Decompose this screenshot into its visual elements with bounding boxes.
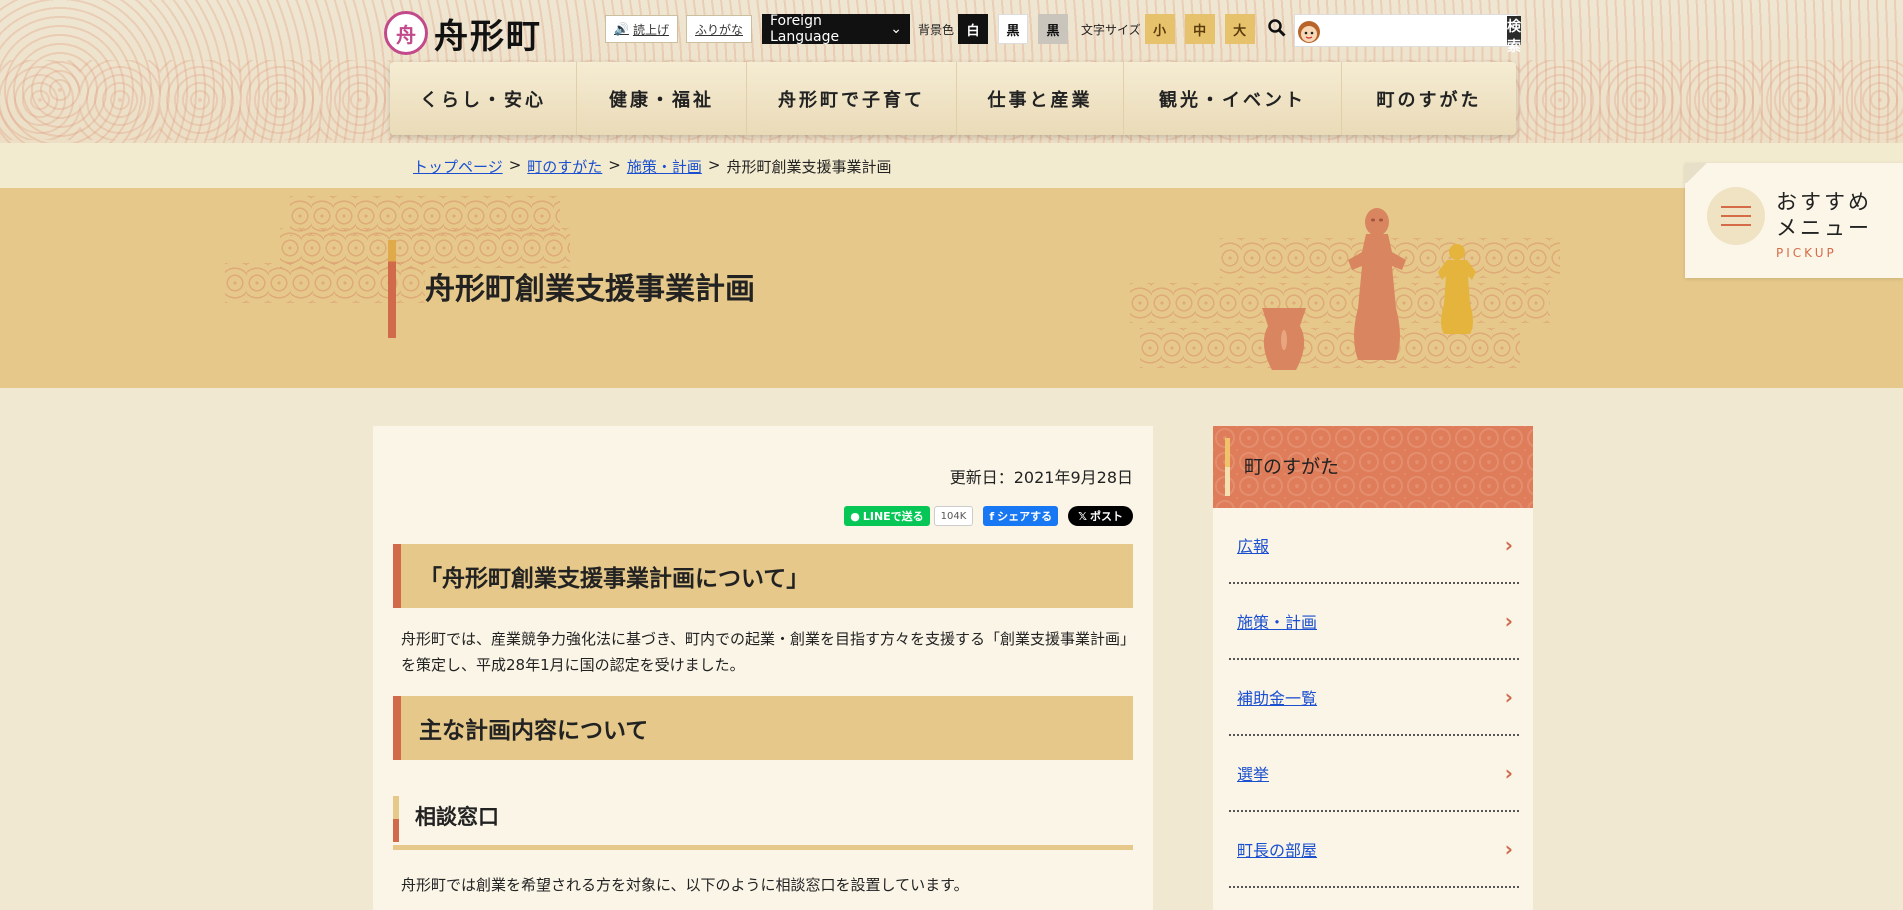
page-title-band: 舟形町創業支援事業計画 bbox=[0, 188, 1903, 388]
line-share-count: 104K bbox=[933, 506, 974, 526]
nav-item-childcare[interactable]: 舟形町で子育て bbox=[747, 62, 957, 135]
site-logo[interactable]: 舟 舟形町 bbox=[384, 9, 542, 57]
subheading-consultation: 相談窓口 bbox=[393, 786, 1133, 850]
hamburger-icon bbox=[1707, 187, 1765, 245]
chevron-right-icon: › bbox=[1504, 837, 1513, 861]
facebook-icon: f bbox=[989, 509, 995, 523]
font-small-button[interactable]: 小 bbox=[1144, 14, 1175, 44]
sidebar-header: 町のすがた bbox=[1213, 426, 1533, 508]
sidebar-item-label[interactable]: 選挙 bbox=[1237, 761, 1269, 785]
wave-pattern bbox=[1130, 283, 1550, 323]
sidebar-item-subsidy[interactable]: 補助金一覧 › bbox=[1229, 660, 1519, 736]
bg-black-button[interactable]: 黒 bbox=[998, 14, 1029, 44]
nav-item-health[interactable]: 健康・福祉 bbox=[577, 62, 747, 135]
font-size-label: 文字サイズ bbox=[1081, 22, 1141, 37]
page-title: 舟形町創業支援事業計画 bbox=[425, 272, 755, 307]
nav-item-town[interactable]: 町のすがた bbox=[1342, 62, 1516, 135]
share-buttons: ● LINEで送る 104K f シェアする 𝕏 ポスト bbox=[844, 506, 1133, 526]
haniwa-figure-icon bbox=[1348, 208, 1406, 360]
search-box: 検索 bbox=[1294, 14, 1521, 55]
nav-item-living[interactable]: くらし・安心 bbox=[390, 62, 577, 135]
breadcrumb-top[interactable]: トップページ bbox=[413, 156, 503, 177]
breadcrumb-bar: トップページ > 町のすがた > 施策・計画 > 舟形町創業支援事業計画 bbox=[0, 143, 1903, 188]
chevron-right-icon: › bbox=[1504, 609, 1513, 633]
sidebar-title: 町のすがた bbox=[1244, 456, 1340, 478]
furigana-button[interactable]: ふりがな bbox=[686, 15, 753, 43]
title-accent-bar bbox=[388, 240, 396, 338]
section-heading-plan: 主な計画内容について bbox=[393, 696, 1133, 760]
sidebar: 広報 › 施策・計画 › 補助金一覧 › 選挙 › 町長の部屋 › bbox=[1213, 508, 1533, 910]
mascot-avatar-icon bbox=[1295, 16, 1323, 46]
breadcrumb-separator: > bbox=[707, 156, 721, 174]
updated-date: 更新日：2021年9月28日 bbox=[949, 468, 1133, 487]
subheading-accent-bar bbox=[393, 796, 399, 842]
subheading-text: 相談窓口 bbox=[415, 804, 499, 829]
logo-text: 舟形町 bbox=[434, 16, 542, 57]
site-header: 舟 舟形町 🔊 読上げ ふりがな Foreign Language ⌄ 背景色 … bbox=[0, 0, 1903, 143]
haniwa-pot-icon bbox=[1262, 308, 1306, 370]
global-nav: くらし・安心 健康・福祉 舟形町で子育て 仕事と産業 観光・イベント 町のすがた bbox=[390, 62, 1516, 135]
pickup-menu-button[interactable]: おすすめ メニュー PICKUP bbox=[1685, 163, 1903, 278]
sidebar-item-label[interactable]: 広報 bbox=[1237, 533, 1269, 557]
x-post-label: ポスト bbox=[1090, 510, 1123, 523]
language-select-label: Foreign Language bbox=[770, 13, 840, 45]
line-icon: ● bbox=[850, 509, 860, 523]
pickup-label: おすすめ メニュー bbox=[1776, 189, 1872, 241]
breadcrumb-town[interactable]: 町のすがた bbox=[527, 156, 602, 177]
facebook-share-button[interactable]: f シェアする bbox=[983, 506, 1059, 526]
chevron-right-icon: › bbox=[1504, 761, 1513, 785]
bg-gray-button[interactable]: 黒 bbox=[1038, 14, 1069, 44]
haniwa-small-icon bbox=[1438, 244, 1476, 334]
sidebar-item-policy[interactable]: 施策・計画 › bbox=[1229, 584, 1519, 660]
pickup-sub: PICKUP bbox=[1776, 246, 1837, 260]
search-button[interactable]: 検索 bbox=[1507, 16, 1521, 55]
chevron-right-icon: › bbox=[1504, 533, 1513, 557]
sidebar-item-label[interactable]: 施策・計画 bbox=[1237, 609, 1317, 633]
sidebar-accent-bar bbox=[1225, 438, 1230, 496]
pickup-line1: おすすめ bbox=[1776, 190, 1872, 214]
sidebar-item-election[interactable]: 選挙 › bbox=[1229, 736, 1519, 812]
line-share-label: LINEで送る bbox=[862, 510, 924, 523]
breadcrumb-policy[interactable]: 施策・計画 bbox=[627, 156, 702, 177]
main-article: 更新日：2021年9月28日 ● LINEで送る 104K f シェアする 𝕏 … bbox=[373, 426, 1153, 910]
search-icon bbox=[1268, 18, 1286, 42]
search-input[interactable] bbox=[1323, 15, 1507, 46]
speaker-icon: 🔊 bbox=[614, 22, 629, 36]
pickup-line2: メニュー bbox=[1776, 216, 1872, 240]
sidebar-item-koho[interactable]: 広報 › bbox=[1229, 508, 1519, 584]
nav-item-tourism[interactable]: 観光・イベント bbox=[1124, 62, 1342, 135]
facebook-share-label: シェアする bbox=[997, 510, 1053, 523]
breadcrumb-current: 舟形町創業支援事業計画 bbox=[726, 158, 892, 176]
x-icon: 𝕏 bbox=[1078, 509, 1087, 523]
intro-paragraph: 舟形町では、産業競争力強化法に基づき、町内での起業・創業を目指す方々を支援する「… bbox=[401, 630, 1128, 674]
nav-item-work[interactable]: 仕事と産業 bbox=[957, 62, 1124, 135]
font-medium-button[interactable]: 中 bbox=[1184, 14, 1215, 44]
breadcrumb-separator: > bbox=[608, 156, 621, 174]
line-share-button[interactable]: ● LINEで送る bbox=[844, 506, 930, 526]
page-curl bbox=[1685, 163, 1709, 183]
breadcrumb: トップページ > 町のすがた > 施策・計画 > 舟形町創業支援事業計画 bbox=[413, 156, 891, 177]
bg-color-label: 背景色 bbox=[918, 22, 955, 37]
read-aloud-label: 読上げ bbox=[632, 22, 669, 37]
sidebar-item-label[interactable]: 補助金一覧 bbox=[1237, 685, 1317, 709]
chevron-down-icon: ⌄ bbox=[890, 21, 902, 37]
town-emblem-icon: 舟 bbox=[384, 11, 428, 55]
section-heading-about: 「舟形町創業支援事業計画について」 bbox=[393, 544, 1133, 608]
wave-pattern bbox=[280, 228, 570, 268]
sidebar-item-label[interactable]: 町長の部屋 bbox=[1237, 837, 1317, 861]
font-large-button[interactable]: 大 bbox=[1224, 14, 1255, 44]
bg-white-button[interactable]: 白 bbox=[958, 14, 989, 44]
x-post-button[interactable]: 𝕏 ポスト bbox=[1068, 506, 1133, 526]
foreign-language-select[interactable]: Foreign Language ⌄ bbox=[762, 13, 910, 45]
breadcrumb-separator: > bbox=[508, 156, 522, 174]
chevron-right-icon: › bbox=[1504, 685, 1513, 709]
read-aloud-button[interactable]: 🔊 読上げ bbox=[605, 15, 678, 43]
consultation-paragraph: 舟形町では創業を希望される方を対象に、以下のように相談窓口を設置しています。 bbox=[401, 876, 969, 894]
sidebar-item-mayor[interactable]: 町長の部屋 › bbox=[1229, 812, 1519, 888]
